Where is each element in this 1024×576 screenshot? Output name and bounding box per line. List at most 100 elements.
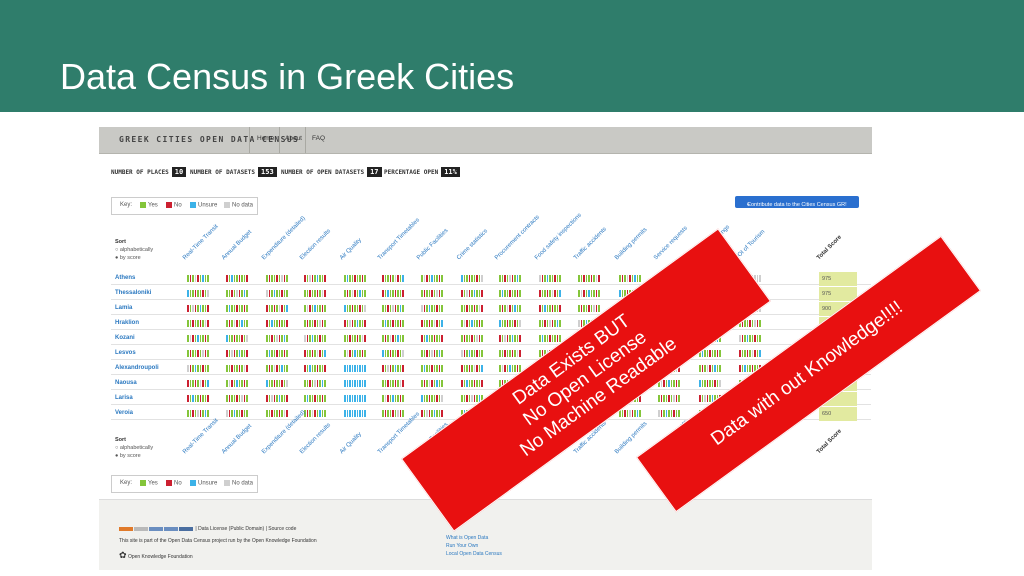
dataset-cell[interactable] (739, 350, 761, 357)
dataset-cell[interactable] (578, 290, 600, 297)
dataset-cell[interactable] (187, 290, 209, 297)
dataset-cell[interactable] (619, 410, 641, 417)
dataset-cell[interactable] (344, 275, 366, 282)
column-header-building-permits[interactable]: Building permits (614, 227, 649, 262)
dataset-cell[interactable] (421, 365, 443, 372)
sort-by-score[interactable]: ● by score (115, 453, 141, 459)
dataset-cell[interactable] (304, 395, 326, 402)
dataset-cell[interactable] (266, 350, 288, 357)
dataset-cell[interactable] (226, 410, 248, 417)
city-link-hraklion[interactable]: Hraklion (115, 320, 139, 326)
column-header-annual-budget[interactable]: Annual Budget (221, 229, 254, 262)
dataset-cell[interactable] (382, 365, 404, 372)
dataset-cell[interactable] (187, 380, 209, 387)
dataset-cell[interactable] (658, 395, 680, 402)
column-header-annual-budget[interactable]: Annual Budget (221, 423, 254, 456)
dataset-cell[interactable] (421, 305, 443, 312)
nav-home-link[interactable]: Home (257, 135, 274, 142)
dataset-cell[interactable] (226, 290, 248, 297)
nav-about-link[interactable]: About (285, 135, 302, 142)
dataset-cell[interactable] (344, 305, 366, 312)
dataset-cell[interactable] (266, 380, 288, 387)
dataset-cell[interactable] (226, 320, 248, 327)
dataset-cell[interactable] (421, 290, 443, 297)
city-link-lesvos[interactable]: Lesvos (115, 350, 136, 356)
dataset-cell[interactable] (421, 335, 443, 342)
dataset-cell[interactable] (539, 320, 561, 327)
contribute-button[interactable]: + Contribute data to the Cities Census G… (735, 196, 859, 208)
dataset-cell[interactable] (382, 275, 404, 282)
dataset-cell[interactable] (382, 320, 404, 327)
dataset-cell[interactable] (304, 380, 326, 387)
dataset-cell[interactable] (421, 350, 443, 357)
footer-link[interactable]: What is Open Data (446, 535, 488, 541)
dataset-cell[interactable] (266, 290, 288, 297)
column-header-real-time-transit[interactable]: Real-Time Transit (182, 224, 220, 262)
sort-alphabetically[interactable]: ○ alphabetically (115, 445, 153, 451)
dataset-cell[interactable] (266, 305, 288, 312)
column-header-election-results[interactable]: Election results (299, 422, 333, 456)
sort-alphabetically[interactable]: ○ alphabetically (115, 247, 153, 253)
dataset-cell[interactable] (619, 275, 641, 282)
dataset-cell[interactable] (226, 275, 248, 282)
dataset-cell[interactable] (344, 365, 366, 372)
column-header-air-quality[interactable]: Air Quality (339, 237, 364, 262)
city-link-thessaloniki[interactable]: Thessaloniki (115, 290, 151, 296)
dataset-cell[interactable] (187, 410, 209, 417)
city-link-lamia[interactable]: Lamia (115, 305, 132, 311)
dataset-cell[interactable] (461, 335, 483, 342)
dataset-cell[interactable] (421, 320, 443, 327)
column-header-air-quality[interactable]: Air Quality (339, 431, 364, 456)
column-header-total-score[interactable]: Total Score (816, 234, 844, 262)
dataset-cell[interactable] (226, 335, 248, 342)
dataset-cell[interactable] (658, 410, 680, 417)
city-link-athens[interactable]: Athens (115, 275, 135, 281)
dataset-cell[interactable] (304, 305, 326, 312)
dataset-cell[interactable] (421, 410, 443, 417)
dataset-cell[interactable] (382, 335, 404, 342)
dataset-cell[interactable] (226, 305, 248, 312)
dataset-cell[interactable] (187, 320, 209, 327)
dataset-cell[interactable] (699, 365, 721, 372)
dataset-cell[interactable] (304, 275, 326, 282)
city-link-larisa[interactable]: Larisa (115, 395, 133, 401)
dataset-cell[interactable] (344, 320, 366, 327)
dataset-cell[interactable] (461, 365, 483, 372)
dataset-cell[interactable] (344, 395, 366, 402)
dataset-cell[interactable] (461, 380, 483, 387)
dataset-cell[interactable] (187, 335, 209, 342)
city-link-naousa[interactable]: Naousa (115, 380, 137, 386)
license-links[interactable]: | Data License (Public Domain) | Source … (195, 526, 296, 532)
footer-link[interactable]: Local Open Data Census (446, 551, 502, 557)
dataset-cell[interactable] (226, 350, 248, 357)
column-header-election-results[interactable]: Election results (299, 228, 333, 262)
city-link-kozani[interactable]: Kozani (115, 335, 135, 341)
dataset-cell[interactable] (226, 365, 248, 372)
dataset-cell[interactable] (344, 335, 366, 342)
column-header-public-facilities[interactable]: Public Facilities (416, 228, 450, 262)
nav-faq-link[interactable]: FAQ (312, 135, 325, 142)
dataset-cell[interactable] (187, 365, 209, 372)
dataset-cell[interactable] (539, 290, 561, 297)
dataset-cell[interactable] (266, 335, 288, 342)
dataset-cell[interactable] (187, 395, 209, 402)
dataset-cell[interactable] (539, 305, 561, 312)
dataset-cell[interactable] (266, 320, 288, 327)
dataset-cell[interactable] (578, 275, 600, 282)
dataset-cell[interactable] (461, 350, 483, 357)
dataset-cell[interactable] (699, 380, 721, 387)
dataset-cell[interactable] (344, 380, 366, 387)
dataset-cell[interactable] (266, 395, 288, 402)
dataset-cell[interactable] (344, 290, 366, 297)
dataset-cell[interactable] (382, 350, 404, 357)
dataset-cell[interactable] (304, 290, 326, 297)
dataset-cell[interactable] (499, 305, 521, 312)
city-link-veroia[interactable]: Veroia (115, 410, 133, 416)
dataset-cell[interactable] (382, 380, 404, 387)
dataset-cell[interactable] (499, 320, 521, 327)
dataset-cell[interactable] (539, 335, 561, 342)
dataset-cell[interactable] (461, 320, 483, 327)
dataset-cell[interactable] (226, 395, 248, 402)
dataset-cell[interactable] (421, 275, 443, 282)
dataset-cell[interactable] (344, 410, 366, 417)
